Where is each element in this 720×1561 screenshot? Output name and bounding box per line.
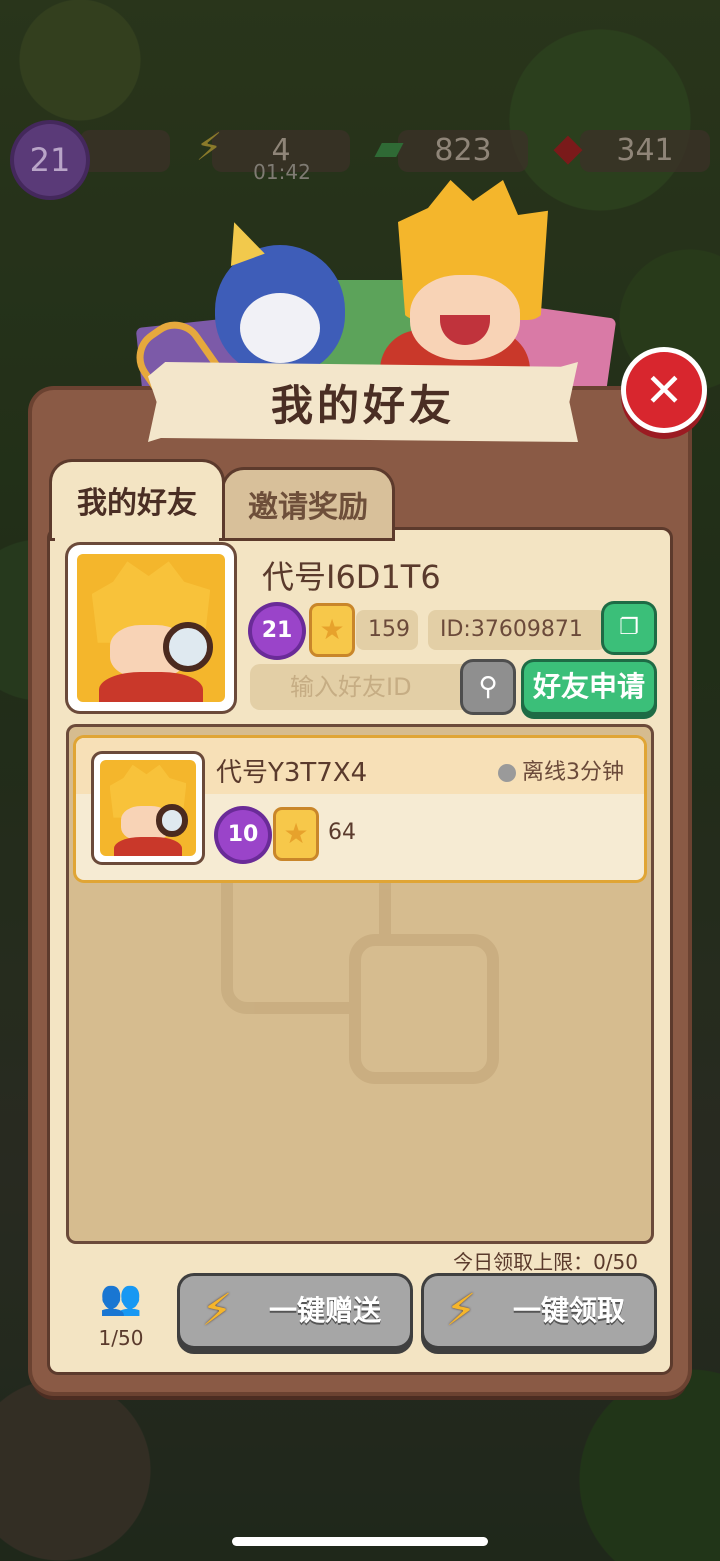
friend-list[interactable]: 代号Y3T7X4 离线3分钟 10 ★ 64	[66, 724, 654, 1244]
list-item[interactable]: 代号Y3T7X4 离线3分钟 10 ★ 64	[76, 738, 644, 880]
top-hud: 21 4 ⚡ 01:42 823 ▰ 341 ◆	[0, 118, 720, 196]
friend-name: 代号Y3T7X4	[216, 758, 368, 788]
magnifier-icon	[155, 804, 189, 837]
cat-mascot	[215, 216, 345, 375]
friends-watermark-icon	[221, 844, 501, 1084]
cash-icon: ▰	[374, 125, 404, 169]
tab-label: 我的好友	[77, 486, 197, 521]
tab-invite-rewards[interactable]: 邀请奖励	[224, 470, 392, 538]
friend-avatar[interactable]	[94, 754, 202, 862]
title-ribbon: 我的好友	[148, 362, 578, 442]
friend-level-badge: 10	[218, 810, 268, 860]
tab-joiner	[55, 530, 219, 542]
my-avatar[interactable]	[68, 545, 234, 711]
cash-counter: 823	[398, 130, 528, 172]
claim-all-label: 一键领取	[512, 1294, 625, 1327]
search-button[interactable]: ⚲	[463, 662, 513, 712]
send-all-button[interactable]: ⚡ 一键赠送	[180, 1276, 410, 1346]
player-level-badge: 21	[14, 124, 86, 196]
send-all-label: 一键赠送	[268, 1294, 381, 1327]
close-button[interactable]: ✕	[626, 352, 702, 428]
avatar-image	[100, 760, 196, 856]
lightning-icon: ⚡	[195, 125, 223, 169]
lightning-icon: ⚡	[201, 1285, 233, 1336]
my-star-count: 159	[356, 610, 418, 650]
tab-label: 邀请奖励	[248, 490, 368, 525]
friend-count: 1/50	[98, 1326, 144, 1350]
friend-id-input[interactable]	[250, 664, 472, 710]
friend-requests-button[interactable]: 好友申请	[524, 662, 654, 712]
avatar-body	[114, 836, 182, 856]
energy-timer: 01:42	[253, 160, 311, 184]
search-icon: ⚲	[478, 672, 498, 702]
my-level-badge: 21	[252, 606, 302, 656]
my-player-id: ID:37609871	[428, 610, 606, 650]
star-card-icon: ★	[312, 606, 352, 654]
tab-my-friends[interactable]: 我的好友	[52, 462, 222, 538]
copy-id-button[interactable]: ❐	[604, 604, 654, 652]
level-bar	[80, 130, 170, 172]
close-icon: ✕	[644, 363, 684, 417]
friend-status: 离线3分钟	[498, 754, 624, 786]
star-card-icon: ★	[276, 810, 316, 858]
home-indicator[interactable]	[232, 1537, 488, 1546]
avatar-body	[99, 672, 203, 702]
magnifier-icon	[162, 622, 214, 673]
gem-counter: 341	[580, 130, 710, 172]
status-text: 离线3分钟	[522, 760, 624, 785]
cat-face	[240, 293, 320, 363]
ruby-icon: ◆	[553, 125, 583, 169]
copy-icon: ❐	[619, 615, 639, 640]
dialog-title: 我的好友	[270, 380, 455, 430]
daily-claim-limit: 今日领取上限：0/50	[453, 1250, 638, 1274]
claim-all-button[interactable]: ⚡ 一键领取	[424, 1276, 654, 1346]
my-nickname: 代号I6D1T6	[262, 558, 441, 596]
watermark-shape	[349, 934, 499, 1084]
lightning-icon: ⚡	[445, 1285, 477, 1336]
friends-icon: 👥	[99, 1278, 143, 1318]
avatar-image	[77, 554, 225, 702]
offline-dot-icon	[498, 764, 516, 782]
friend-star-count: 64	[328, 820, 356, 845]
